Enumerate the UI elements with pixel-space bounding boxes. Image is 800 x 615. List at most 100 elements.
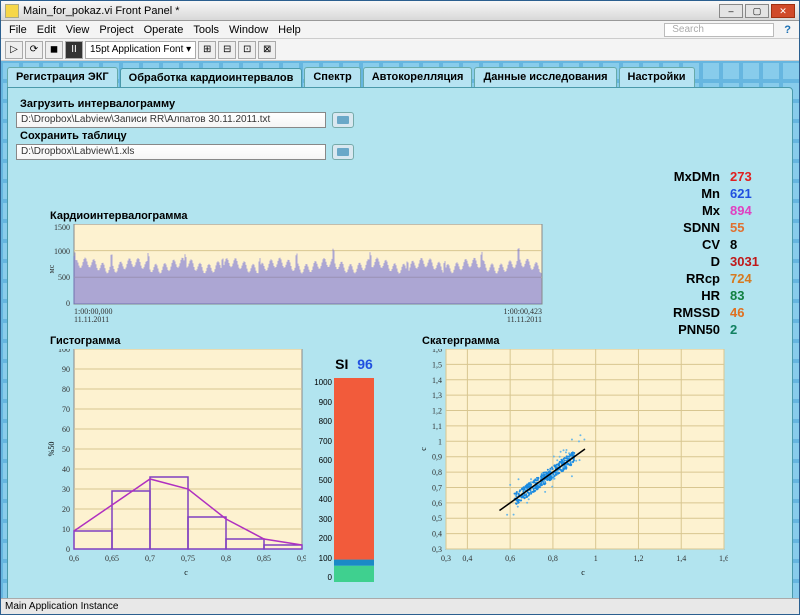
svg-text:1,6: 1,6 (719, 554, 728, 563)
tab-autocorr[interactable]: Автокорелляция (363, 67, 473, 87)
run-cont-button[interactable]: ⟳ (25, 41, 43, 59)
stat-label-MxDMn: MxDMn (660, 168, 720, 185)
svg-text:с: с (419, 447, 428, 451)
svg-text:0,9: 0,9 (297, 554, 306, 563)
svg-text:1,2: 1,2 (633, 554, 643, 563)
si-value: 96 (357, 356, 373, 372)
svg-text:0: 0 (66, 545, 70, 554)
stat-label-Mx: Mx (660, 202, 720, 219)
stat-value-CV: 8 (730, 236, 774, 253)
align-button[interactable]: ⊞ (198, 41, 216, 59)
distribute-button[interactable]: ⊟ (218, 41, 236, 59)
menu-tools[interactable]: Tools (189, 24, 223, 36)
minimize-button[interactable]: – (719, 4, 743, 18)
svg-text:0,6: 0,6 (69, 554, 79, 563)
load-path-field[interactable]: D:\Dropbox\Labview\Записи RR\Алпатов 30.… (16, 112, 326, 128)
save-path-field[interactable]: D:\Dropbox\Labview\1.xls (16, 144, 326, 160)
reorder-button[interactable]: ⊠ (258, 41, 276, 59)
tab-spectrum[interactable]: Спектр (304, 67, 360, 87)
menu-operate[interactable]: Operate (140, 24, 188, 36)
search-input[interactable]: Search (664, 23, 774, 37)
svg-text:10: 10 (62, 525, 70, 534)
font-selector[interactable]: 15pt Application Font ▾ (85, 41, 196, 59)
svg-text:20: 20 (62, 505, 70, 514)
svg-text:1,1: 1,1 (432, 422, 442, 431)
statusbar: Main Application Instance (1, 598, 799, 614)
resize-button[interactable]: ⊡ (238, 41, 256, 59)
stats-block: MxDMn273Mn621Mx894SDNN55CV8D3031RRcp724H… (624, 168, 774, 338)
titlebar[interactable]: Main_for_pokaz.vi Front Panel * – ▢ ✕ (1, 1, 799, 21)
scatter-section: Скатерграмма 0,30,40,50,60,70,80,911,11,… (418, 333, 728, 584)
stat-value-Mx: 894 (730, 202, 774, 219)
svg-text:0,3: 0,3 (441, 554, 451, 563)
svg-text:с: с (184, 568, 188, 577)
menu-edit[interactable]: Edit (33, 24, 60, 36)
content-area: Регистрация ЭКГ Обработка кардиоинтервал… (1, 61, 799, 614)
svg-text:0,85: 0,85 (257, 554, 271, 563)
stat-label-D: D (660, 253, 720, 270)
stat-value-Mn: 621 (730, 185, 774, 202)
svg-text:%50: %50 (47, 442, 56, 457)
app-icon (5, 4, 19, 18)
scatter-plot[interactable]: 0,30,40,50,60,70,80,911,11,21,31,41,51,6… (418, 349, 728, 579)
histogram-section: Гистограмма 0102030405060708090100 0,60,… (46, 333, 306, 584)
svg-text:1,4: 1,4 (676, 554, 686, 563)
svg-text:0,4: 0,4 (432, 530, 442, 539)
browse-save-button[interactable] (332, 144, 354, 160)
si-block: SI 96 10009008007006005004003002001000 (324, 356, 384, 582)
svg-text:80: 80 (62, 385, 70, 394)
close-button[interactable]: ✕ (771, 4, 795, 18)
histogram-plot[interactable]: 0102030405060708090100 0,60,650,70,750,8… (46, 349, 306, 579)
toolbar: ▷ ⟳ ◼ II 15pt Application Font ▾ ⊞ ⊟ ⊡ ⊠ (1, 39, 799, 61)
histogram-title: Гистограмма (50, 335, 306, 347)
svg-text:0,6: 0,6 (432, 499, 442, 508)
maximize-button[interactable]: ▢ (745, 4, 769, 18)
si-gauge[interactable] (334, 378, 374, 582)
svg-text:1,6: 1,6 (432, 349, 442, 354)
intervalogram-plot[interactable]: 1500 1000 500 0 мс 1:00:00,00011.11.2011… (46, 224, 546, 324)
scatter-title: Скатерграмма (422, 335, 728, 347)
main-panel: Загрузить интервалограмму D:\Dropbox\Lab… (7, 87, 793, 614)
menu-view[interactable]: View (62, 24, 94, 36)
menu-window[interactable]: Window (225, 24, 272, 36)
tab-data[interactable]: Данные исследования (474, 67, 616, 87)
svg-text:1500: 1500 (54, 224, 70, 232)
svg-text:0,9: 0,9 (432, 453, 442, 462)
run-button[interactable]: ▷ (5, 41, 23, 59)
abort-button[interactable]: ◼ (45, 41, 63, 59)
intervalogram-section: Кардиоинтервалограмма 1500 1000 500 0 мс… (46, 208, 546, 329)
svg-text:0,8: 0,8 (548, 554, 558, 563)
svg-text:1,3: 1,3 (432, 391, 442, 400)
tab-processing[interactable]: Обработка кардиоинтервалов (120, 68, 303, 88)
stat-label-CV: CV (660, 236, 720, 253)
font-label: 15pt Application Font (90, 44, 183, 55)
stat-label-SDNN: SDNN (660, 219, 720, 236)
svg-text:11.11.2011: 11.11.2011 (74, 315, 109, 324)
stat-value-D: 3031 (730, 253, 774, 270)
svg-text:с: с (581, 568, 585, 577)
stat-value-HR: 83 (730, 287, 774, 304)
svg-text:70: 70 (62, 405, 70, 414)
svg-text:0,6: 0,6 (505, 554, 515, 563)
help-icon[interactable]: ? (780, 24, 795, 36)
menu-file[interactable]: File (5, 24, 31, 36)
stat-label-RMSSD: RMSSD (660, 304, 720, 321)
stat-label-Mn: Mn (660, 185, 720, 202)
tab-ecg[interactable]: Регистрация ЭКГ (7, 67, 118, 87)
browse-load-button[interactable] (332, 112, 354, 128)
svg-text:0,8: 0,8 (221, 554, 231, 563)
save-label: Сохранить таблицу (20, 130, 784, 142)
svg-text:1: 1 (594, 554, 598, 563)
svg-text:60: 60 (62, 425, 70, 434)
svg-text:0,5: 0,5 (432, 514, 442, 523)
menu-project[interactable]: Project (95, 24, 137, 36)
svg-text:1,5: 1,5 (432, 360, 442, 369)
intervalogram-title: Кардиоинтервалограмма (50, 210, 546, 222)
stat-value-PNN50: 2 (730, 321, 774, 338)
tab-settings[interactable]: Настройки (619, 67, 695, 87)
svg-text:0,3: 0,3 (432, 545, 442, 554)
load-label: Загрузить интервалограмму (20, 98, 784, 110)
stat-label-HR: HR (660, 287, 720, 304)
pause-button[interactable]: II (65, 41, 83, 59)
menu-help[interactable]: Help (274, 24, 305, 36)
